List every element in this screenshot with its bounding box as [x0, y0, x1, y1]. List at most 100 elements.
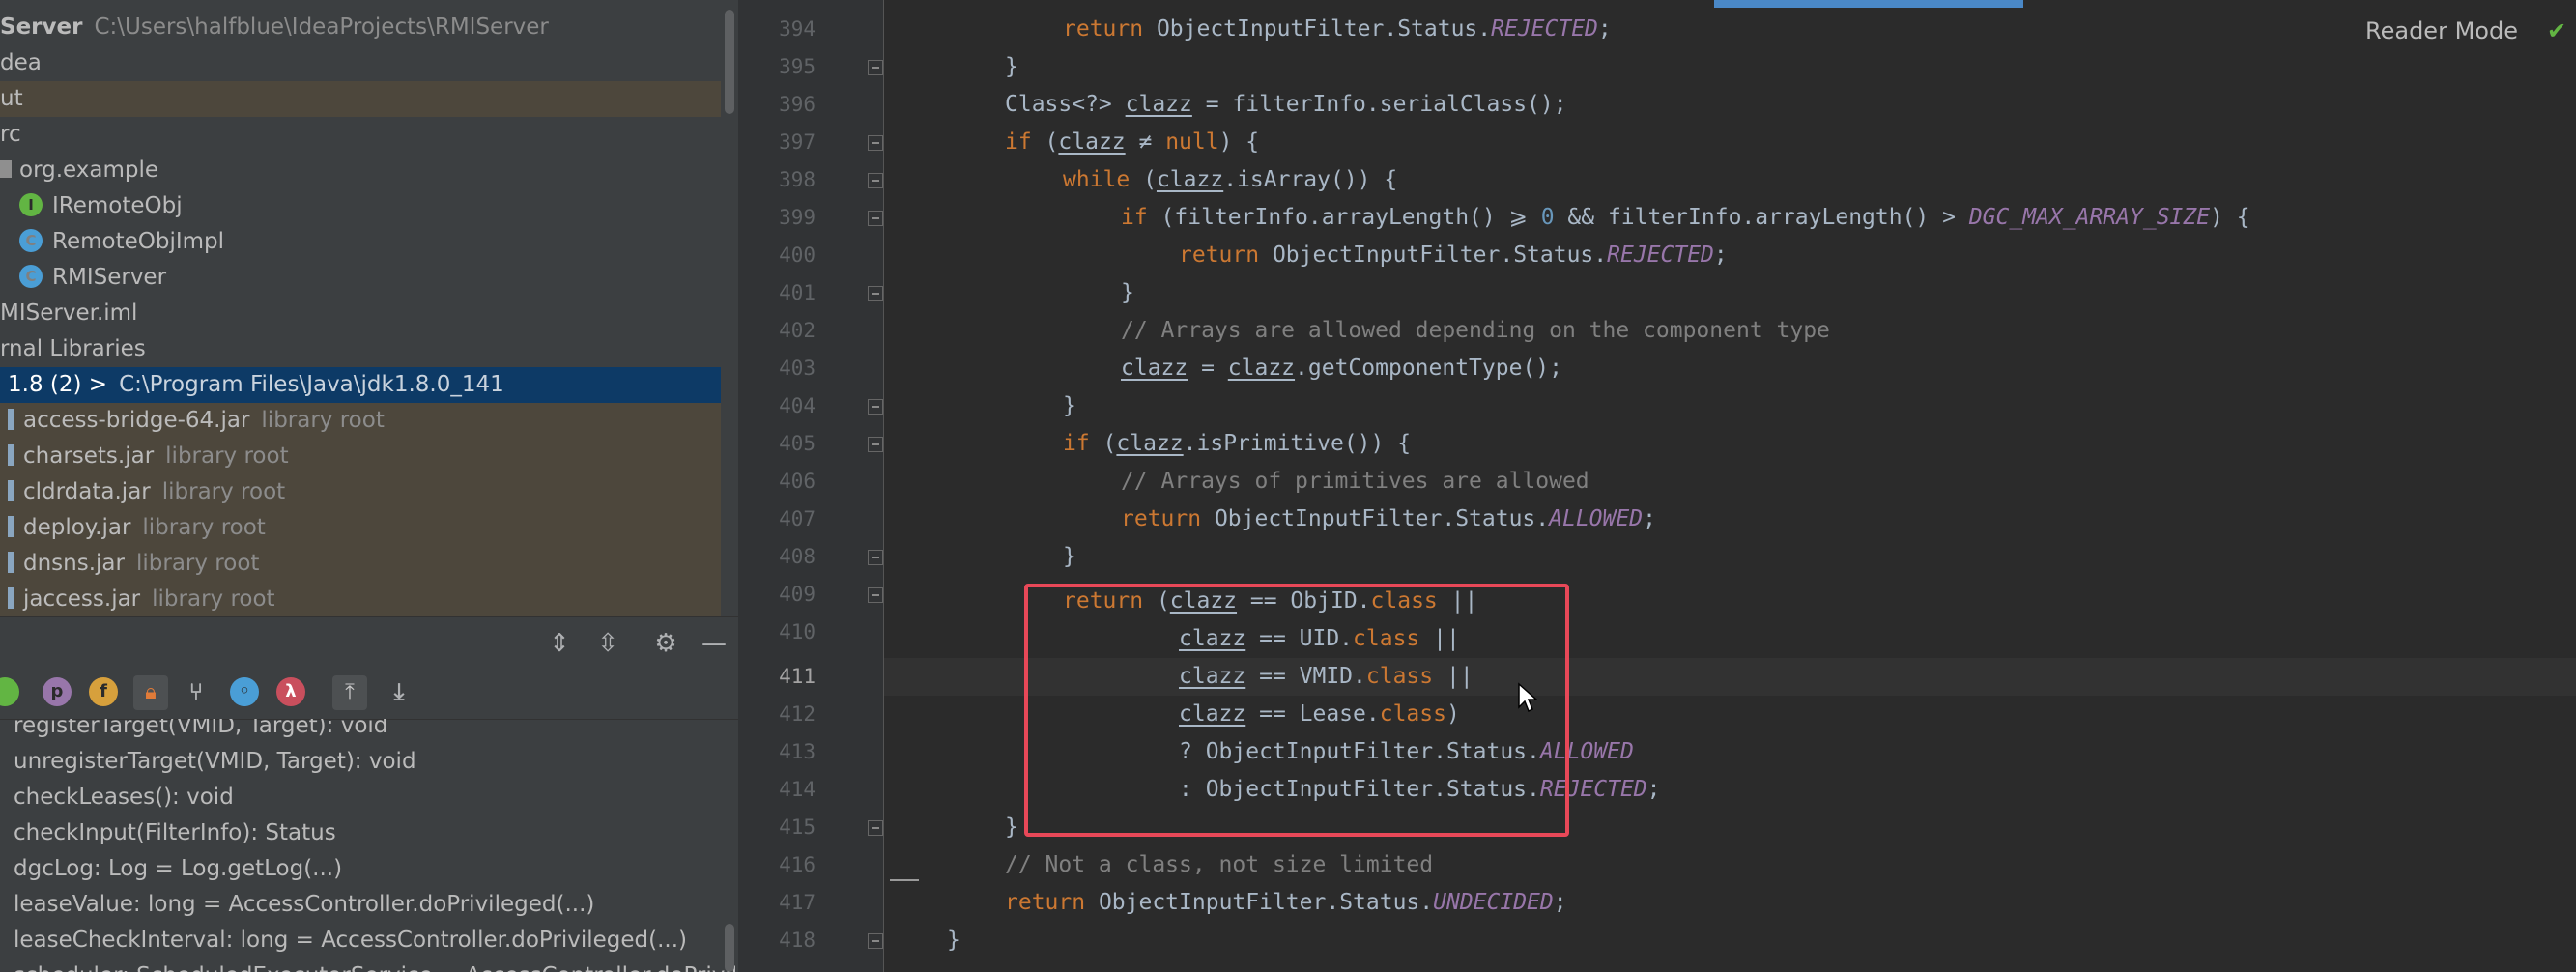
tree-item-hint: library root [135, 551, 260, 576]
tree-item-label: cldrdata.jar [23, 479, 151, 504]
line-number: 410 [779, 620, 816, 643]
fold-marker-icon[interactable] [868, 399, 883, 415]
fold-marker-icon[interactable] [868, 286, 883, 301]
tree-item-hint: library root [261, 408, 385, 433]
list-item[interactable]: unregisterTarget(VMID, Target): void [0, 744, 738, 780]
structure-list: registerTarget(VMID, Target): void unreg… [0, 719, 738, 972]
tree-item-iml-file[interactable]: MIServer.iml [0, 296, 721, 331]
reader-mode-button[interactable]: Reader Mode [2365, 17, 2518, 44]
fold-marker-icon[interactable] [868, 437, 883, 452]
line-number: 403 [779, 357, 816, 380]
check-icon: ✔ [2547, 17, 2567, 44]
line-number: 414 [779, 778, 816, 801]
jar-icon [8, 479, 14, 501]
project-tree: Server C:\Users\halfblue\IdeaProjects\RMI… [0, 10, 721, 616]
fold-marker-icon[interactable] [868, 135, 883, 151]
code-line-399: if (filterInfo.arrayLength() ⩾ 0 && filt… [1121, 205, 2250, 230]
autoscroll-from-source-icon[interactable]: ⤓ [385, 677, 414, 706]
tree-item-label: rnal Libraries [0, 336, 146, 361]
code-comment-416: // Not a class, not size limited [1005, 852, 1434, 877]
tree-item-src-folder[interactable]: rc [0, 117, 721, 153]
expand-all-icon[interactable]: ⇕ [543, 627, 576, 660]
line-number-current: 411 [779, 665, 816, 688]
fold-marker-icon[interactable] [868, 550, 883, 565]
tree-item-label: jaccess.jar [23, 586, 141, 612]
project-panel: Server C:\Users\halfblue\IdeaProjects\RMI… [0, 0, 738, 972]
list-item[interactable]: dgcLog: Log = Log.getLog(...) [0, 851, 738, 887]
tree-item-jar[interactable]: access-bridge-64.jar library root [0, 403, 721, 439]
code-line-398: while (clazz.isArray()) { [1063, 167, 1398, 192]
line-number: 396 [779, 93, 816, 116]
tree-item-label: org.example [19, 157, 159, 183]
tree-item-iremoteobj[interactable]: I IRemoteObj [0, 188, 721, 224]
tree-item-label: IRemoteObj [52, 193, 183, 218]
autoscroll-to-source-icon[interactable]: ⤒ [332, 675, 367, 710]
tree-item-jdk[interactable]: 1.8 (2) > C:\Program Files\Java\jdk1.8.0_… [0, 367, 721, 403]
code-editor[interactable]: 394 395 396 397 398 399 400 401 402 403 … [738, 0, 2576, 972]
tree-item-label: 1.8 (2) > [8, 372, 108, 397]
scrollbar-thumb[interactable] [725, 10, 734, 114]
list-item[interactable]: scheduler: ScheduledExecutorService = Ac… [0, 958, 738, 972]
show-properties-icon[interactable]: p [43, 677, 72, 706]
tree-scrollbar[interactable] [723, 0, 736, 616]
line-number: 395 [779, 55, 816, 78]
tree-item-label: ut [0, 86, 23, 111]
tree-item-jar[interactable]: dnsns.jar library root [0, 546, 721, 582]
collapse-all-icon[interactable]: ⇳ [591, 627, 624, 660]
tree-item-rmiserver[interactable]: C RMIServer [0, 260, 721, 296]
code-line-397: if (clazz ≠ null) { [1005, 129, 1260, 155]
tree-item-label: rc [0, 122, 21, 147]
scrollbar-thumb[interactable] [725, 924, 734, 972]
gutter-separator [883, 0, 884, 972]
interface-icon: I [19, 192, 43, 216]
structure-scrollbar[interactable] [723, 719, 736, 972]
inherited-icon[interactable] [0, 677, 19, 706]
lambda-icon[interactable]: λ [276, 677, 305, 706]
code-line-400: return ObjectInputFilter.Status.REJECTED… [1179, 243, 1728, 268]
tree-item-project-root[interactable]: Server C:\Users\halfblue\IdeaProjects\RMI… [0, 10, 721, 45]
line-number: 418 [779, 929, 816, 952]
anonymous-class-icon[interactable]: ◦ [230, 677, 259, 706]
fold-marker-icon[interactable] [868, 211, 883, 226]
fold-end-marker [890, 879, 919, 881]
tree-item-jar[interactable]: charsets.jar library root [0, 439, 721, 474]
fold-marker-icon[interactable] [868, 820, 883, 836]
jar-icon [8, 408, 14, 430]
list-item[interactable]: leaseValue: long = AccessController.doPr… [0, 887, 738, 923]
minimize-icon[interactable]: — [698, 627, 730, 660]
tree-item-package[interactable]: org.example [0, 153, 721, 188]
line-number: 399 [779, 206, 816, 229]
tree-item-idea-folder[interactable]: dea [0, 45, 721, 81]
tree-item-path: C:\Program Files\Java\jdk1.8.0_141 [119, 372, 504, 397]
fold-marker-icon[interactable] [868, 173, 883, 188]
list-item[interactable]: checkInput(FilterInfo): Status [0, 815, 738, 851]
fold-marker-icon[interactable] [868, 587, 883, 603]
list-item[interactable]: leaseCheckInterval: long = AccessControl… [0, 923, 738, 958]
tree-item-jar[interactable]: jaccess.jar library root [0, 582, 721, 616]
list-item[interactable]: registerTarget(VMID, Target): void [0, 719, 738, 744]
fold-marker-icon[interactable] [868, 60, 883, 75]
show-fields-icon[interactable]: f [89, 677, 118, 706]
code-line-396: Class<?> clazz = filterInfo.serialClass(… [1005, 92, 1567, 117]
tree-item-out-folder[interactable]: ut [0, 81, 721, 117]
line-number: 404 [779, 394, 816, 417]
fold-marker-icon[interactable] [868, 933, 883, 949]
line-number: 402 [779, 319, 816, 342]
hierarchy-icon[interactable]: ⑂ [182, 677, 211, 706]
line-number-gutter: 394 395 396 397 398 399 400 401 402 403 … [738, 0, 883, 972]
line-number: 398 [779, 168, 816, 191]
tree-item-label: dea [0, 50, 42, 75]
lock-icon[interactable]: 🔒︎ [133, 675, 168, 710]
code-line-404: } [1063, 393, 1076, 418]
code-line-415: } [1005, 815, 1018, 840]
list-item[interactable]: checkLeases(): void [0, 780, 738, 815]
code-line-395: } [1005, 54, 1018, 79]
tree-item-jar[interactable]: deploy.jar library root [0, 510, 721, 546]
tree-item-remoteobjimpl[interactable]: C RemoteObjImpl [0, 224, 721, 260]
gear-icon[interactable]: ⚙ [649, 627, 682, 660]
line-number: 408 [779, 545, 816, 568]
tree-item-label: deploy.jar [23, 515, 131, 540]
tree-item-jar[interactable]: cldrdata.jar library root [0, 474, 721, 510]
tree-item-external-libraries[interactable]: rnal Libraries [0, 331, 721, 367]
code-line-405: if (clazz.isPrimitive()) { [1063, 431, 1412, 456]
